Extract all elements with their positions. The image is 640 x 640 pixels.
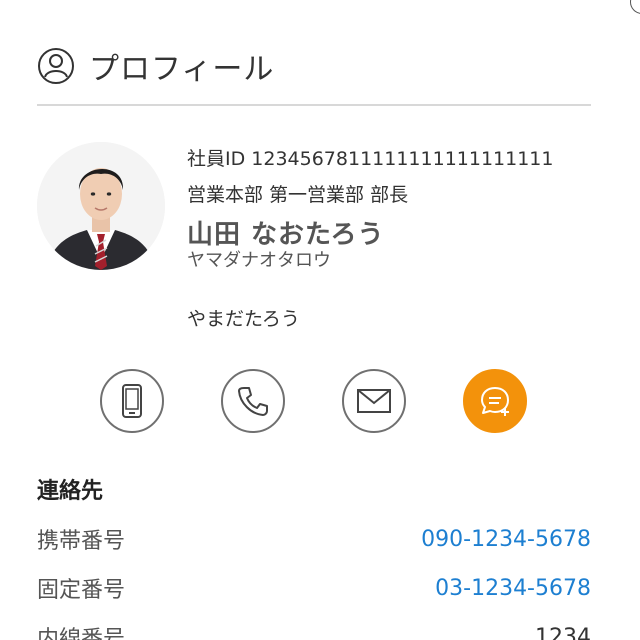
profile-info: 社員ID 1234567811111111111111111 営業本部 第一営業… [187,146,553,272]
department: 営業本部 第一営業部 部長 [187,184,409,206]
chat-add-icon [481,387,509,416]
contact-row-mobile: 携帯番号 090-1234-5678 [37,522,591,556]
contacts-heading: 連絡先 [37,479,104,504]
avatar [37,142,165,270]
contact-label: 内線番号 [37,627,126,640]
profile-photo [37,142,165,270]
chat-button[interactable] [463,369,527,433]
page-header: プロフィール [37,44,274,88]
mail-button[interactable] [342,369,406,433]
extension-number: 1234 [535,624,591,640]
employee-id: 社員ID 1234567811111111111111111 [187,148,554,170]
phone-call-button[interactable] [221,369,285,433]
phone-icon [238,387,268,416]
contact-row-landline: 固定番号 03-1234-5678 [37,571,591,605]
mail-icon [357,389,391,413]
mobile-number-link[interactable]: 090-1234-5678 [421,527,591,552]
close-icon[interactable] [630,0,640,14]
profile-page: プロフィール 社員ID 1234567811111111111111111 営業… [0,0,640,640]
page-title: プロフィール [89,52,275,87]
mobile-call-button[interactable] [100,369,164,433]
profile-name-hiragana: やまだたろう [187,308,300,330]
contact-label: 携帯番号 [37,529,126,554]
contact-row-extension: 内線番号 1234 [37,620,591,640]
profile-name-kana: ヤマダナオタロウ [187,250,331,271]
header-divider [37,104,591,106]
contact-label: 固定番号 [37,578,126,603]
landline-number-link[interactable]: 03-1234-5678 [435,576,591,601]
user-circle-icon [38,48,74,84]
profile-name: 山田 なおたろう [187,220,385,250]
action-buttons [100,369,530,433]
mobile-phone-icon [122,384,142,418]
